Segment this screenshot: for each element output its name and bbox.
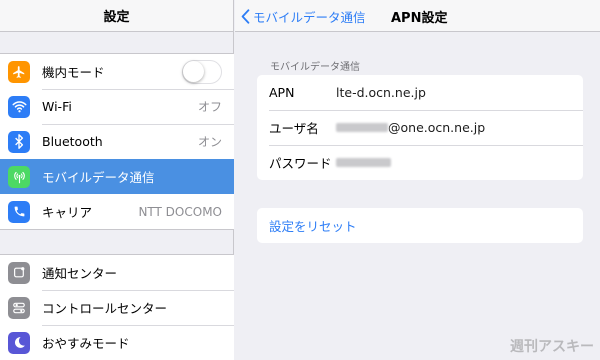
password-row[interactable]: パスワード [257, 145, 583, 180]
sidebar-item-airplane-mode[interactable]: 機内モード [0, 54, 234, 89]
control-center-icon [8, 296, 30, 319]
sidebar-item-label: Wi-Fi [42, 99, 72, 114]
phone-icon [8, 200, 30, 223]
back-button[interactable]: モバイルデータ通信 [241, 0, 366, 32]
masked-text [336, 158, 391, 167]
masked-text [336, 123, 388, 132]
apn-settings-pane: モバイルデータ通信 APN設定 モバイルデータ通信 APN lte-d.ocn.… [235, 0, 600, 360]
apn-row[interactable]: APN lte-d.ocn.ne.jp [257, 75, 583, 110]
sidebar-item-label: モバイルデータ通信 [42, 170, 155, 185]
sidebar-item-do-not-disturb[interactable]: おやすみモード [0, 325, 234, 360]
sidebar-item-carrier[interactable]: キャリア NTT DOCOMO [0, 194, 234, 229]
password-field[interactable] [336, 158, 391, 167]
sidebar-item-bluetooth[interactable]: Bluetooth オン [0, 124, 234, 159]
sidebar-item-notification-center[interactable]: 通知センター [0, 255, 234, 290]
bluetooth-icon [8, 130, 30, 153]
apn-fields-group: APN lte-d.ocn.ne.jp ユーザ名 @one.ocn.ne.jp … [257, 75, 583, 180]
reset-settings-button[interactable]: 設定をリセット [257, 208, 583, 243]
username-label: ユーザ名 [269, 121, 319, 136]
section-header: モバイルデータ通信 [270, 62, 360, 73]
moon-icon [8, 331, 30, 354]
nav-bar: モバイルデータ通信 APN設定 [235, 0, 600, 32]
sidebar-group-connectivity: 機内モード Wi-Fi オフ Bluetooth オン モバイルデータ通信 キャ… [0, 53, 234, 230]
notification-icon [8, 261, 30, 284]
page-title: APN設定 [391, 10, 448, 26]
sidebar-item-control-center[interactable]: コントロールセンター [0, 290, 234, 325]
username-field[interactable]: @one.ocn.ne.jp [336, 120, 485, 135]
settings-sidebar: 設定 機内モード Wi-Fi オフ Bluetooth オン モバイルデータ通信… [0, 0, 234, 360]
airplane-mode-toggle[interactable] [182, 59, 222, 84]
sidebar-item-label: キャリア [42, 205, 93, 220]
chevron-left-icon [241, 8, 250, 24]
password-label: パスワード [269, 156, 332, 171]
username-domain: @one.ocn.ne.jp [388, 120, 486, 135]
back-button-label: モバイルデータ通信 [253, 9, 366, 25]
sidebar-item-label: 機内モード [42, 65, 105, 80]
bluetooth-status: オン [197, 135, 222, 149]
sidebar-item-cellular[interactable]: モバイルデータ通信 [0, 159, 234, 194]
antenna-icon [8, 165, 30, 188]
username-row[interactable]: ユーザ名 @one.ocn.ne.jp [257, 110, 583, 145]
apn-label: APN [269, 85, 295, 100]
airplane-icon [8, 60, 30, 83]
watermark-logo: 週刊アスキー [510, 339, 594, 355]
sidebar-item-label: 通知センター [42, 266, 118, 281]
sidebar-group-system: 通知センター コントロールセンター おやすみモード [0, 254, 234, 360]
wifi-icon [8, 95, 30, 118]
sidebar-item-label: おやすみモード [42, 336, 130, 351]
wifi-status: オフ [197, 100, 222, 114]
sidebar-item-wifi[interactable]: Wi-Fi オフ [0, 89, 234, 124]
apn-field[interactable]: lte-d.ocn.ne.jp [336, 85, 426, 100]
sidebar-title: 設定 [0, 0, 233, 32]
sidebar-item-label: Bluetooth [42, 134, 103, 149]
carrier-name: NTT DOCOMO [138, 204, 222, 219]
sidebar-item-label: コントロールセンター [42, 301, 168, 316]
